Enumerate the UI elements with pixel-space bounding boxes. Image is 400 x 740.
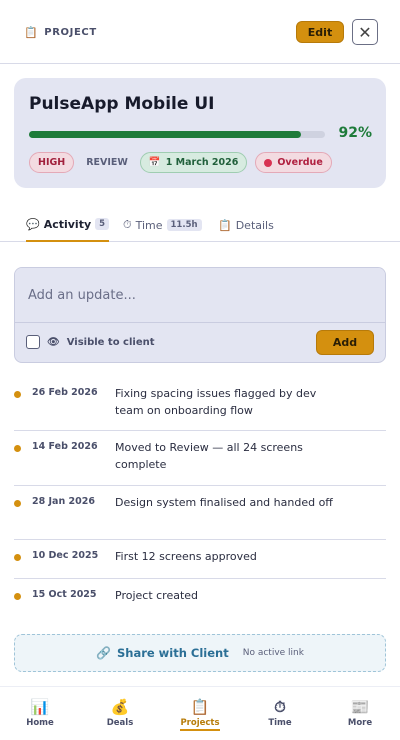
project-title: PulseApp Mobile UI xyxy=(29,94,215,114)
activity-timeline: 26 Feb 2026 Fixing spacing issues flagge… xyxy=(14,376,386,618)
overdue-text: Overdue xyxy=(277,157,323,168)
progress-percent: 92% xyxy=(338,125,372,141)
status-badge: REVIEW xyxy=(86,157,128,168)
close-button[interactable]: ✕ xyxy=(352,19,378,45)
page-type-text: PROJECT xyxy=(44,27,97,38)
project-summary-card: PulseApp Mobile UI 92% HIGH REVIEW 📅 1 M… xyxy=(14,78,386,188)
share-status: No active link xyxy=(242,648,304,658)
nav-label: Home xyxy=(26,718,54,728)
update-composer: 👁 Visible to client Add xyxy=(14,267,386,363)
nav-label: Time xyxy=(268,718,292,728)
page-type-label: 📋 PROJECT xyxy=(24,26,97,39)
newspaper-icon: 📰 xyxy=(350,698,370,716)
activity-text: Design system finalised and handed off xyxy=(115,496,333,509)
visibility-toggle-row: 👁 Visible to client xyxy=(26,335,155,349)
tab-count-badge: 11.5h xyxy=(166,219,202,231)
activity-text: First 12 screens approved xyxy=(115,550,257,563)
stopwatch-icon: ⏱ xyxy=(274,698,286,716)
list-item: 14 Feb 2026 Moved to Review — all 24 scr… xyxy=(14,431,386,486)
nav-label: Deals xyxy=(106,718,134,728)
activity-text: Moved to Review — all 24 screens complet… xyxy=(115,441,303,471)
clipboard-icon: 📋 xyxy=(190,698,210,716)
stopwatch-icon: ⏱ xyxy=(123,218,132,231)
nav-label: Projects xyxy=(180,718,220,731)
activity-date: 15 Oct 2025 xyxy=(32,589,97,600)
progress-bar-fill xyxy=(29,131,302,138)
activity-date: 14 Feb 2026 xyxy=(32,441,98,452)
progress-bar xyxy=(29,131,325,138)
calendar-icon: 📅 xyxy=(148,157,161,168)
alert-dot-icon xyxy=(264,158,273,167)
due-date-badge: 📅 1 March 2026 xyxy=(139,152,248,173)
edit-button[interactable]: Edit xyxy=(296,21,344,43)
priority-badge: HIGH xyxy=(29,152,75,173)
overdue-badge: Overdue xyxy=(255,152,332,173)
due-date-text: 1 March 2026 xyxy=(165,157,239,168)
update-input[interactable] xyxy=(15,268,385,323)
money-bag-icon: 💰 xyxy=(110,698,130,716)
tab-label: Details xyxy=(235,218,274,232)
activity-date: 28 Jan 2026 xyxy=(32,496,95,507)
nav-home[interactable]: 📊 Home xyxy=(10,699,70,728)
tab-activity[interactable]: 💬 Activity 5 xyxy=(26,208,110,242)
tab-count-badge: 5 xyxy=(95,218,110,230)
nav-deals[interactable]: 💰 Deals xyxy=(90,699,150,728)
nav-label: More xyxy=(347,718,373,728)
nav-time[interactable]: ⏱ Time xyxy=(250,699,310,728)
chat-icon: 💬 xyxy=(26,217,40,231)
eye-icon: 👁 xyxy=(47,336,60,348)
nav-more[interactable]: 📰 More xyxy=(330,699,390,728)
page-header: 📋 PROJECT Edit ✕ xyxy=(0,0,400,64)
tab-label: Time xyxy=(135,218,163,232)
list-item: 10 Dec 2025 First 12 screens approved xyxy=(14,540,386,579)
close-icon: ✕ xyxy=(358,22,372,42)
activity-text: Project created xyxy=(115,589,199,602)
bottom-navigation: 📊 Home 💰 Deals 📋 Projects ⏱ Time 📰 More xyxy=(0,686,400,740)
clipboard-icon: 📋 xyxy=(218,218,232,232)
chart-icon: 📊 xyxy=(30,698,50,716)
activity-date: 10 Dec 2025 xyxy=(32,550,99,561)
share-with-client-button[interactable]: 🔗 Share with Client No active link xyxy=(14,634,386,672)
list-item: 15 Oct 2025 Project created xyxy=(14,579,386,618)
status-badges: HIGH REVIEW 📅 1 March 2026 Overdue xyxy=(29,152,332,173)
activity-text: Fixing spacing issues flagged by dev tea… xyxy=(115,387,317,417)
activity-date: 26 Feb 2026 xyxy=(32,387,98,398)
list-item: 26 Feb 2026 Fixing spacing issues flagge… xyxy=(14,376,386,431)
tab-bar: 💬 Activity 5 ⏱ Time 11.5h 📋 Details xyxy=(0,208,400,242)
timeline-dot-icon xyxy=(14,391,21,398)
timeline-dot-icon xyxy=(14,593,21,600)
visible-to-client-label: Visible to client xyxy=(66,336,155,348)
tab-label: Activity xyxy=(43,217,92,231)
add-update-button[interactable]: Add xyxy=(316,330,374,355)
tab-details[interactable]: 📋 Details xyxy=(218,208,274,242)
timeline-dot-icon xyxy=(14,554,21,561)
nav-projects[interactable]: 📋 Projects xyxy=(170,699,230,731)
share-label: Share with Client xyxy=(116,646,229,660)
timeline-dot-icon xyxy=(14,445,21,452)
tab-time[interactable]: ⏱ Time 11.5h xyxy=(123,208,202,242)
clipboard-icon: 📋 xyxy=(24,26,39,39)
timeline-dot-icon xyxy=(14,500,21,507)
list-item: 28 Jan 2026 Design system finalised and … xyxy=(14,486,386,540)
link-icon: 🔗 xyxy=(96,646,111,660)
visible-to-client-checkbox[interactable] xyxy=(26,335,40,349)
